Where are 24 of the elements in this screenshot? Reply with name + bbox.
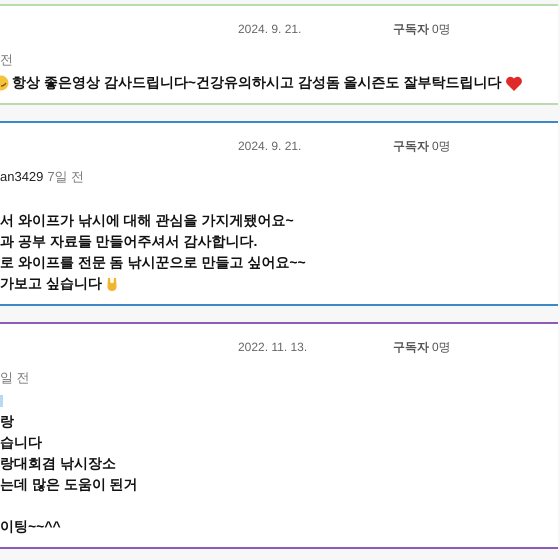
comment-text: 랑대회겸 낚시장소 [0,454,116,473]
username: an3429 [0,168,44,186]
comment-text: 이팅~~^^ [0,517,61,536]
subscriber-label: 구독자 0명 [393,339,451,356]
comment-text: 가보고 싶습니다 [0,274,102,293]
partial-icon [0,392,3,408]
comment-text: 는데 많은 도움이 된거 [0,475,138,494]
comment-date: 2024. 9. 21. [238,138,302,155]
comment-text: 과 공부 자료들 만들어주셔서 감사합니다. [0,232,258,251]
heart-icon [504,74,523,90]
comment-time: 전 [0,51,13,69]
comment-text: 습니다 [0,433,42,452]
hand-icon [104,276,119,292]
comment-text: 랑 [0,412,14,431]
comment-text: 로 와이프를 전문 돔 낚시꾼으로 만들고 싶어요~~ [0,253,306,272]
subscriber-label: 구독자 0명 [393,138,451,155]
comment-date: 2022. 11. 13. [238,339,308,356]
comment-text: 서 와이프가 낚시에 대해 관심을 가지게됐어요~ [0,211,294,230]
comment-time: 일 전 [0,369,30,387]
comment-text: 항상 좋은영상 감사드립니다~건강유의하시고 감성돔 올시즌도 잘부탁드립니다 [12,73,502,92]
subscriber-label: 구독자 0명 [393,21,451,38]
comment-date: 2024. 9. 21. [238,21,302,38]
smiley-icon [0,74,9,90]
comment-time: 7일 전 [47,168,84,186]
